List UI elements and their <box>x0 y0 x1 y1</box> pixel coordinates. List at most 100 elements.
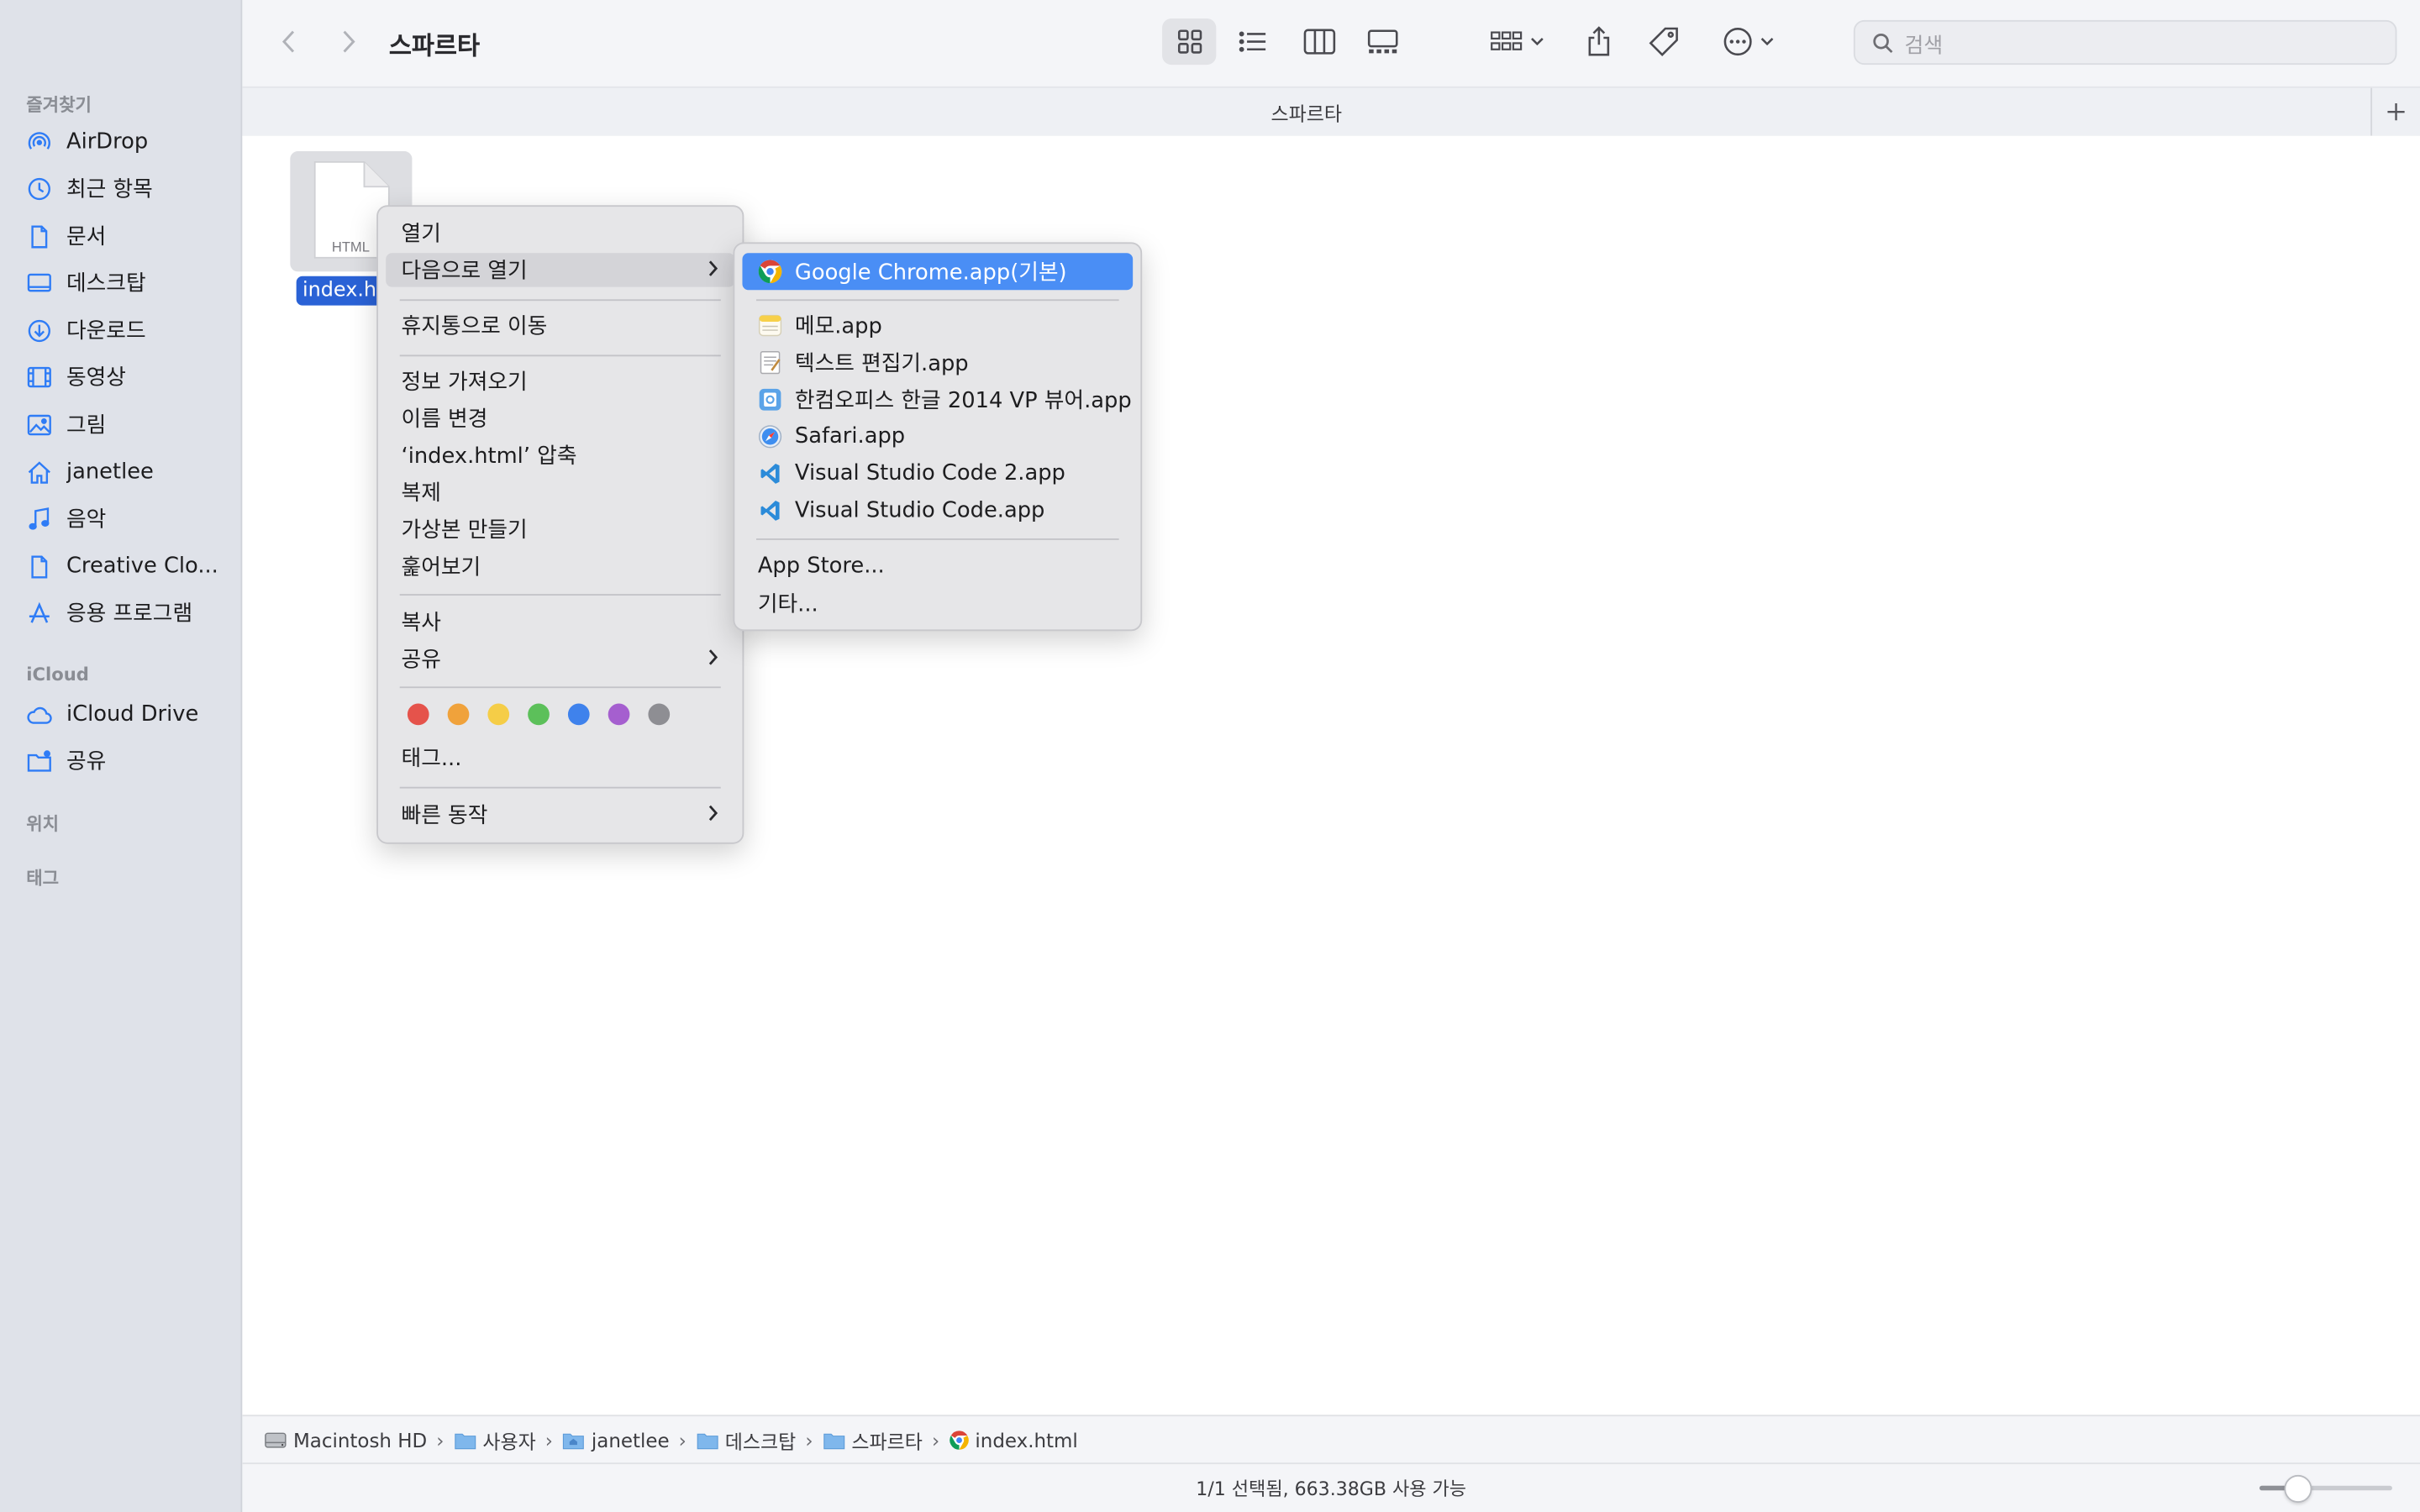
sidebar-item-airdrop[interactable]: AirDrop <box>26 123 227 160</box>
sidebar-item-label: 데스크탑 <box>66 271 146 297</box>
path-item-janetlee[interactable]: janetlee › <box>562 1429 687 1452</box>
sidebar-item-label: 공유 <box>66 749 107 775</box>
menu-item-textedit-app[interactable]: 텍스트 편집기.app <box>742 345 1133 379</box>
tag-color-orange[interactable] <box>447 703 470 726</box>
path-item-label: 사용자 <box>482 1430 536 1454</box>
menu-item-move-to-trash[interactable]: 휴지통으로 이동 <box>386 308 734 342</box>
tag-color-gray[interactable] <box>648 703 671 726</box>
chevron-down-icon <box>1531 38 1544 46</box>
tag-button[interactable] <box>1640 18 1686 65</box>
vscode-icon <box>760 463 780 484</box>
path-item-index-html[interactable]: index.html <box>949 1429 1078 1452</box>
menu-item-rename[interactable]: 이름 변경 <box>386 402 734 435</box>
group-by-button[interactable] <box>1483 18 1551 65</box>
sidebar-item-desktop[interactable]: 데스크탑 <box>26 264 227 301</box>
sidebar-item-recents[interactable]: 최근 항목 <box>26 170 227 207</box>
folder-icon <box>454 1433 476 1450</box>
path-item-macintosh-hd[interactable]: Macintosh HD › <box>264 1429 444 1452</box>
menu-item-label: Visual Studio Code 2.app <box>794 461 1065 486</box>
tag-color-purple[interactable] <box>608 703 630 726</box>
icon-view-button[interactable] <box>1162 18 1217 66</box>
menu-item-label: 이름 변경 <box>401 407 488 433</box>
document-icon <box>31 224 48 248</box>
menu-item-label: Google Chrome.app(기본) <box>794 260 1067 286</box>
gallery-view-button[interactable] <box>1355 18 1409 65</box>
sidebar-item-label: 최근 항목 <box>66 177 153 202</box>
vscode-icon <box>760 501 780 521</box>
menu-separator <box>399 786 721 789</box>
menu-item-vscode2-app[interactable]: Visual Studio Code 2.app <box>742 457 1133 491</box>
sidebar-item-documents[interactable]: 문서 <box>26 218 227 255</box>
search-input[interactable]: 검색 <box>1905 27 1944 57</box>
menu-item-open-with[interactable]: 다음으로 열기 <box>386 253 735 287</box>
tag-icon <box>1649 27 1678 57</box>
new-tab-button[interactable] <box>2370 87 2420 136</box>
forward-button[interactable] <box>334 24 365 58</box>
slider-knob[interactable] <box>2284 1474 2312 1503</box>
path-item-label: janetlee <box>591 1428 670 1452</box>
icon-size-slider[interactable] <box>2259 1474 2392 1503</box>
folder-icon <box>697 1433 718 1450</box>
photo-icon <box>27 413 51 435</box>
open-with-submenu: Google Chrome.app(기본) 메모.app 텍스트 편집기.app… <box>733 242 1143 632</box>
sidebar-item-home[interactable]: janetlee <box>26 454 227 491</box>
group-icon <box>1491 31 1523 50</box>
tag-color-yellow[interactable] <box>487 703 510 726</box>
sidebar-heading-icloud: iCloud <box>26 663 89 685</box>
menu-item-open[interactable]: 열기 <box>386 216 734 249</box>
menu-item-share[interactable]: 공유 <box>386 642 734 675</box>
path-separator-icon: › <box>931 1428 940 1452</box>
sidebar-item-creative-cloud[interactable]: Creative Clo... <box>26 548 227 585</box>
path-item-desktop[interactable]: 데스크탑 › <box>696 1425 813 1455</box>
tag-color-row <box>407 703 686 728</box>
menu-item-vscode-app[interactable]: Visual Studio Code.app <box>742 494 1133 528</box>
film-icon <box>27 365 51 387</box>
sidebar: 즐겨찾기 AirDrop 최근 항목 문서 데스크탑 다운로드 동영상 그림 j… <box>0 0 243 1512</box>
search-field[interactable]: 검색 <box>1853 19 2397 66</box>
menu-item-quick-actions[interactable]: 빠른 동작 <box>386 798 734 832</box>
menu-item-notes-app[interactable]: 메모.app <box>742 308 1133 342</box>
tag-color-green[interactable] <box>528 703 550 726</box>
menu-item-get-info[interactable]: 정보 가져오기 <box>386 364 734 397</box>
share-button[interactable] <box>1576 18 1622 65</box>
list-view-button[interactable] <box>1225 18 1279 65</box>
desktop-icon <box>27 272 51 291</box>
path-bar: Macintosh HD › 사용자 › janetlee › 데스크탑 › 스파르타 ›… <box>242 1415 2420 1465</box>
sidebar-item-label: 그림 <box>66 413 107 438</box>
menu-item-hancom-viewer-app[interactable]: 한컴오피스 한글 2014 VP 뷰어.app <box>742 383 1133 417</box>
sidebar-item-icloud-drive[interactable]: iCloud Drive <box>26 696 227 732</box>
sidebar-item-applications[interactable]: 응용 프로그램 <box>26 594 227 631</box>
menu-item-label: Visual Studio Code.app <box>794 498 1045 523</box>
menu-item-app-store[interactable]: App Store... <box>742 549 1133 583</box>
menu-item-tags[interactable]: 태그... <box>386 741 734 774</box>
sidebar-item-music[interactable]: 음악 <box>26 500 227 537</box>
sidebar-item-shared[interactable]: 공유 <box>26 742 227 779</box>
tag-color-blue[interactable] <box>567 703 590 726</box>
sidebar-item-pictures[interactable]: 그림 <box>26 406 227 443</box>
path-item-users[interactable]: 사용자 › <box>453 1425 553 1455</box>
tag-color-red[interactable] <box>407 703 429 726</box>
sidebar-item-movies[interactable]: 동영상 <box>26 358 227 395</box>
path-item-sparta[interactable]: 스파르타 › <box>823 1425 940 1455</box>
menu-item-safari-app[interactable]: Safari.app <box>742 420 1133 454</box>
sidebar-item-downloads[interactable]: 다운로드 <box>26 312 227 349</box>
menu-item-other[interactable]: 기타... <box>742 586 1133 620</box>
menu-item-label: 정보 가져오기 <box>401 370 528 396</box>
back-button[interactable] <box>273 24 304 58</box>
gallery-icon <box>1366 29 1397 54</box>
menu-item-quick-look[interactable]: 훑어보기 <box>386 549 734 583</box>
menu-item-label: 한컴오피스 한글 2014 VP 뷰어.app <box>794 388 1132 414</box>
menu-item-duplicate[interactable]: 복제 <box>386 475 734 509</box>
sidebar-item-label: 문서 <box>66 225 107 250</box>
shared-folder-icon <box>27 749 51 771</box>
plus-icon <box>2387 103 2405 121</box>
menu-item-make-alias[interactable]: 가상본 만들기 <box>386 512 734 546</box>
column-view-button[interactable] <box>1292 18 1345 65</box>
menu-item-compress[interactable]: ‘index.html’ 압축 <box>386 438 734 472</box>
more-actions-button[interactable] <box>1715 18 1783 65</box>
sidebar-heading-favorites: 즐겨찾기 <box>26 94 92 116</box>
menu-item-google-chrome[interactable]: Google Chrome.app(기본) <box>742 253 1134 291</box>
home-icon <box>28 460 50 483</box>
tab-title[interactable]: 스파르타 <box>242 88 2370 136</box>
menu-item-copy[interactable]: 복사 <box>386 605 734 638</box>
